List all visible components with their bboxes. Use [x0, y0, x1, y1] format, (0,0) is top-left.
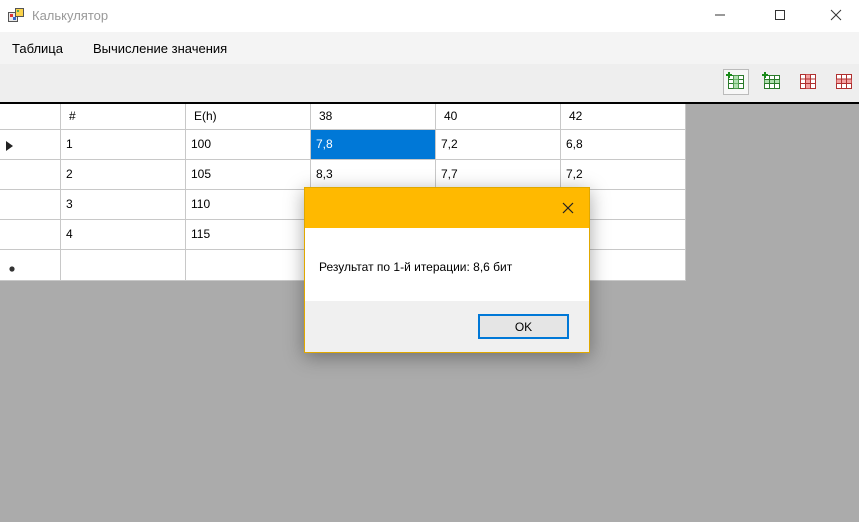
add-row-button[interactable]: [759, 69, 785, 95]
row-header[interactable]: [0, 220, 61, 250]
close-icon: [830, 9, 842, 24]
menu-bar: Таблица Вычисление значения: [0, 32, 859, 64]
menu-item-table[interactable]: Таблица: [12, 41, 63, 56]
grid-cell[interactable]: 3: [61, 190, 186, 220]
delete-row-button[interactable]: [831, 69, 857, 95]
maximize-icon: [774, 9, 786, 24]
grid-cell[interactable]: 7,7: [436, 160, 561, 190]
window-title: Калькулятор: [32, 8, 109, 23]
ok-button[interactable]: OK: [478, 314, 569, 339]
column-header-eh[interactable]: E(h): [186, 104, 311, 130]
grid-cell[interactable]: 115: [186, 220, 311, 250]
toolbar: [0, 64, 859, 102]
column-header-42[interactable]: 42: [561, 104, 686, 130]
grid-corner-header[interactable]: [0, 104, 61, 130]
delete-column-button[interactable]: [795, 69, 821, 95]
row-header-current[interactable]: [0, 130, 61, 160]
title-bar: Калькулятор: [0, 0, 859, 32]
grid-cell[interactable]: 4: [61, 220, 186, 250]
new-row-cell[interactable]: [61, 250, 186, 281]
column-header-number[interactable]: #: [61, 104, 186, 130]
minimize-button[interactable]: [697, 0, 743, 32]
add-column-icon: [726, 71, 746, 93]
grid-cell[interactable]: 105: [186, 160, 311, 190]
grid-cell-selected[interactable]: 7,8: [311, 130, 436, 160]
column-header-38[interactable]: 38: [311, 104, 436, 130]
new-row-cell[interactable]: [186, 250, 311, 281]
app-icon: [8, 8, 24, 24]
delete-column-icon: [798, 72, 818, 93]
row-header[interactable]: [0, 190, 61, 220]
grid-cell[interactable]: 7,2: [436, 130, 561, 160]
grid-cell[interactable]: 2: [61, 160, 186, 190]
grid-cell[interactable]: 7,2: [561, 160, 686, 190]
menu-item-calculate[interactable]: Вычисление значения: [93, 41, 227, 56]
grid-cell[interactable]: 1: [61, 130, 186, 160]
grid-cell[interactable]: 100: [186, 130, 311, 160]
message-dialog: Результат по 1-й итерации: 8,6 бит OK: [304, 187, 590, 353]
new-row-header[interactable]: [0, 250, 61, 281]
add-row-icon: [762, 71, 782, 93]
maximize-button[interactable]: [757, 0, 803, 32]
row-header[interactable]: [0, 160, 61, 190]
dialog-footer: OK: [305, 301, 589, 352]
delete-row-icon: [834, 72, 854, 93]
dialog-message: Результат по 1-й итерации: 8,6 бит: [319, 260, 513, 274]
dialog-close-button[interactable]: [557, 198, 579, 220]
new-row-asterisk-icon: [8, 262, 16, 276]
add-column-button[interactable]: [723, 69, 749, 95]
grid-cell[interactable]: 110: [186, 190, 311, 220]
close-button[interactable]: [813, 0, 859, 32]
close-icon: [562, 202, 574, 217]
grid-cell[interactable]: 6,8: [561, 130, 686, 160]
grid-cell[interactable]: 8,3: [311, 160, 436, 190]
current-row-arrow-icon: [6, 140, 14, 154]
minimize-icon: [714, 9, 726, 24]
column-header-40[interactable]: 40: [436, 104, 561, 130]
dialog-title-bar: [305, 188, 589, 228]
